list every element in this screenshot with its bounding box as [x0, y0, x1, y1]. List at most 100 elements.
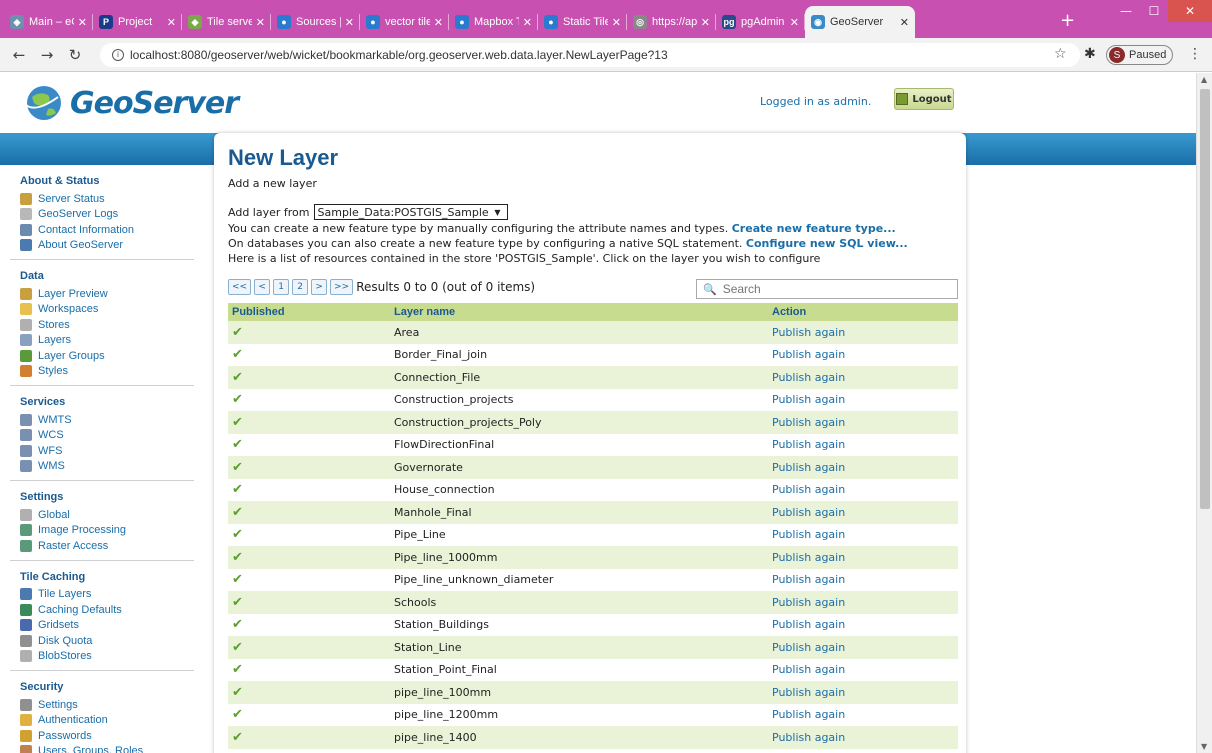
sidebar-item[interactable]: Workspaces	[20, 302, 204, 318]
sidebar-item[interactable]: Server Status	[20, 191, 204, 207]
profile-button[interactable]: S Paused	[1106, 45, 1174, 65]
publish-again-link[interactable]: Publish again	[772, 663, 845, 676]
scroll-down-icon[interactable]: ▼	[1201, 742, 1207, 751]
scroll-up-icon[interactable]: ▲	[1201, 75, 1207, 84]
publish-again-link[interactable]: Publish again	[772, 461, 845, 474]
sidebar-item[interactable]: Contact Information	[20, 222, 204, 238]
tab-close-icon[interactable]: ✕	[900, 16, 909, 29]
column-header-layer-name[interactable]: Layer name	[394, 303, 772, 321]
tab-close-icon[interactable]: ✕	[790, 16, 799, 29]
publish-again-link[interactable]: Publish again	[772, 326, 845, 339]
publish-again-link[interactable]: Publish again	[772, 348, 845, 361]
sidebar-item[interactable]: Styles	[20, 364, 204, 380]
sidebar-item[interactable]: Disk Quota	[20, 633, 204, 649]
browser-tab[interactable]: ◈ Main – eC ✕	[4, 6, 93, 38]
reload-icon[interactable]: ↻	[66, 46, 84, 64]
sidebar-item[interactable]: WCS	[20, 428, 204, 444]
sidebar-item[interactable]: GeoServer Logs	[20, 207, 204, 223]
browser-tab-active[interactable]: ◉ GeoServer ✕	[805, 6, 915, 38]
sidebar-item[interactable]: Gridsets	[20, 618, 204, 634]
browser-tab[interactable]: ● vector tile ✕	[360, 6, 449, 38]
extensions-icon[interactable]: ✱	[1084, 46, 1096, 62]
search-box[interactable]: 🔍	[696, 279, 958, 299]
publish-again-link[interactable]: Publish again	[772, 641, 845, 654]
browser-tab[interactable]: ● Sources | ✕	[271, 6, 360, 38]
info-icon[interactable]: i	[112, 49, 124, 61]
sidebar-item[interactable]: WMTS	[20, 412, 204, 428]
sidebar-item[interactable]: Authentication	[20, 713, 204, 729]
publish-again-link[interactable]: Publish again	[772, 618, 845, 631]
forward-arrow-icon[interactable]: →	[38, 46, 56, 64]
layer-name-cell: Pipe_line_unknown_diameter	[394, 568, 772, 591]
publish-again-link[interactable]: Publish again	[772, 596, 845, 609]
minimize-button[interactable]: —	[1112, 0, 1140, 22]
sidebar-item[interactable]: Image Processing	[20, 523, 204, 539]
pager-button[interactable]: 2	[292, 279, 309, 295]
publish-again-link[interactable]: Publish again	[772, 416, 845, 429]
tab-close-icon[interactable]: ✕	[345, 16, 354, 29]
publish-again-link[interactable]: Publish again	[772, 371, 845, 384]
column-header-published[interactable]: Published	[228, 303, 394, 321]
browser-tab[interactable]: ● Static Tile ✕	[538, 6, 627, 38]
publish-again-link[interactable]: Publish again	[772, 438, 845, 451]
column-header-action[interactable]: Action	[772, 303, 958, 321]
pager-button[interactable]: 1	[273, 279, 290, 295]
sidebar-item[interactable]: Users, Groups, Roles	[20, 744, 204, 753]
browser-menu-icon[interactable]: ⋮	[1188, 46, 1202, 62]
pager-button[interactable]: >>	[330, 279, 354, 295]
bookmark-star-icon[interactable]: ☆	[1054, 46, 1067, 62]
sidebar-item[interactable]: Global	[20, 507, 204, 523]
sidebar-item[interactable]: BlobStores	[20, 649, 204, 665]
tab-close-icon[interactable]: ✕	[434, 16, 443, 29]
new-tab-button[interactable]: +	[1060, 12, 1075, 30]
page-scrollbar[interactable]: ▲ ▼	[1196, 73, 1212, 753]
geoserver-logo[interactable]: GeoServer	[22, 83, 239, 123]
publish-again-link[interactable]: Publish again	[772, 528, 845, 541]
sidebar-item[interactable]: WMS	[20, 459, 204, 475]
sidebar-item[interactable]: Stores	[20, 317, 204, 333]
sidebar-section: Settings Global Image Processing Raster Acc…	[0, 491, 204, 554]
publish-again-link[interactable]: Publish again	[772, 731, 845, 744]
sidebar-item[interactable]: Raster Access	[20, 538, 204, 554]
configure-sql-view-link[interactable]: Configure new SQL view...	[746, 237, 908, 250]
browser-tab[interactable]: ◆ Tile server ✕	[182, 6, 271, 38]
pager-button[interactable]: <	[254, 279, 271, 295]
pager-button[interactable]: >	[311, 279, 328, 295]
url-field[interactable]: i localhost:8080/geoserver/web/wicket/bo…	[100, 43, 1080, 67]
publish-again-link[interactable]: Publish again	[772, 483, 845, 496]
publish-again-link[interactable]: Publish again	[772, 573, 845, 586]
sidebar-item[interactable]: Passwords	[20, 728, 204, 744]
browser-tab[interactable]: P Project ✕	[93, 6, 182, 38]
tab-close-icon[interactable]: ✕	[701, 16, 710, 29]
tab-close-icon[interactable]: ✕	[523, 16, 532, 29]
create-feature-type-link[interactable]: Create new feature type...	[732, 222, 896, 235]
tab-close-icon[interactable]: ✕	[612, 16, 621, 29]
browser-tab[interactable]: ● Mapbox T ✕	[449, 6, 538, 38]
publish-again-link[interactable]: Publish again	[772, 686, 845, 699]
tab-close-icon[interactable]: ✕	[78, 16, 87, 29]
search-input[interactable]	[722, 282, 923, 296]
sidebar-item[interactable]: Caching Defaults	[20, 602, 204, 618]
sidebar-item[interactable]: WFS	[20, 443, 204, 459]
maximize-button[interactable]: ☐	[1140, 0, 1168, 22]
sidebar-item[interactable]: About GeoServer	[20, 238, 204, 254]
publish-again-link[interactable]: Publish again	[772, 708, 845, 721]
window-close-button[interactable]: ✕	[1168, 0, 1212, 22]
tab-close-icon[interactable]: ✕	[167, 16, 176, 29]
sidebar-item[interactable]: Layers	[20, 333, 204, 349]
sidebar-item[interactable]: Settings	[20, 697, 204, 713]
store-select[interactable]: Sample_Data:POSTGIS_Sample ▼	[313, 204, 508, 220]
publish-again-link[interactable]: Publish again	[772, 393, 845, 406]
pager-button[interactable]: <<	[228, 279, 252, 295]
sidebar-item[interactable]: Tile Layers	[20, 587, 204, 603]
scrollbar-thumb[interactable]	[1200, 89, 1210, 509]
tab-close-icon[interactable]: ✕	[256, 16, 265, 29]
browser-tab[interactable]: pg pgAdmin ✕	[716, 6, 805, 38]
publish-again-link[interactable]: Publish again	[772, 506, 845, 519]
sidebar-item[interactable]: Layer Preview	[20, 286, 204, 302]
sidebar-item[interactable]: Layer Groups	[20, 348, 204, 364]
browser-tab[interactable]: ◎ https://ap ✕	[627, 6, 716, 38]
back-arrow-icon[interactable]: ←	[10, 46, 28, 64]
logout-button[interactable]: Logout	[894, 88, 954, 110]
publish-again-link[interactable]: Publish again	[772, 551, 845, 564]
